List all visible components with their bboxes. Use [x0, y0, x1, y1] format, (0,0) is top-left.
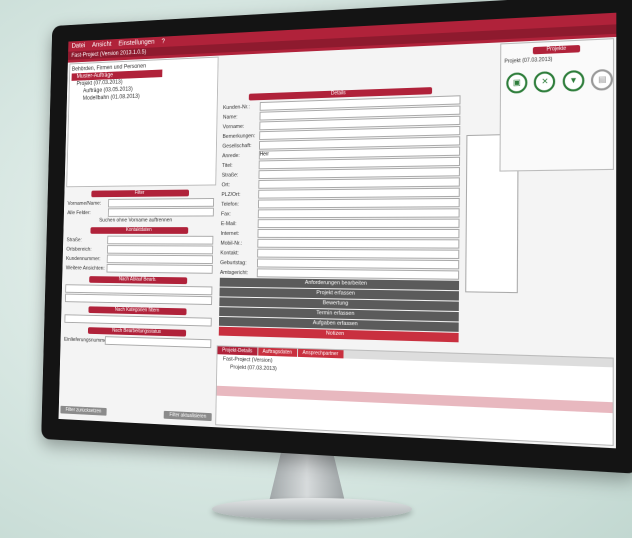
- form-row: Internet:: [220, 228, 460, 239]
- split-name-checkbox[interactable]: Suchen ohne Vorname auftrennen: [99, 217, 215, 224]
- form-label: E-Mail:: [220, 220, 237, 227]
- form-label: Internet:: [220, 230, 240, 237]
- filter-label-name: Vorname/Name:: [67, 200, 102, 207]
- filter-label-street: Straße:: [66, 237, 82, 243]
- shipment-label: Einlieferungsnummer:: [63, 336, 110, 344]
- form-label: PLZ/Ort:: [221, 191, 241, 198]
- filter-views-input[interactable]: [106, 264, 213, 274]
- timer-date-input[interactable]: [64, 293, 213, 306]
- filter-area-input[interactable]: [106, 245, 214, 255]
- filter-all-input[interactable]: [107, 207, 214, 217]
- filter-buttons: Filter zurücksetzen Filter aktualisieren: [60, 405, 212, 422]
- form-field[interactable]: [258, 187, 460, 199]
- tools-icon[interactable]: ✕: [534, 70, 556, 93]
- archive-icon[interactable]: ▤: [591, 68, 614, 91]
- highlight-row: [216, 385, 613, 414]
- lower-panel: Projekt-Details Auftragsdaten Ansprechpa…: [215, 345, 614, 447]
- filter-street-input[interactable]: [107, 235, 214, 245]
- form-label: Kunden-Nr.:: [223, 103, 250, 111]
- form-field[interactable]: [257, 238, 460, 249]
- form-label: Kontakt:: [220, 249, 239, 256]
- filter-row-street: Straße:: [66, 235, 214, 245]
- filter-label-customer: Kundennummer:: [66, 255, 101, 262]
- project-action-icons: ▣ ✕ ▼ ▤: [501, 61, 614, 99]
- form-row: Telefon:: [221, 197, 460, 209]
- tab-contacts[interactable]: Ansprechpartner: [297, 348, 344, 359]
- reset-filter-button[interactable]: Filter zurücksetzen: [60, 405, 107, 416]
- filter-customer-input[interactable]: [106, 254, 213, 265]
- filter-row-name: Vorname/Name:: [67, 198, 215, 208]
- filter-label-all: Alle Felder:: [67, 209, 91, 216]
- filter-row-views: Weitere Ansichten:: [66, 264, 213, 274]
- category-row: [64, 314, 212, 327]
- form-row: Kontakt:: [220, 248, 460, 259]
- filter-row-customer: Kundennummer:: [66, 254, 213, 265]
- form-field[interactable]: [257, 248, 460, 259]
- form-label: Straße:: [221, 172, 239, 179]
- form-label: Bemerkungen:: [222, 132, 256, 140]
- form-label: Mobil-Nr.:: [220, 240, 243, 247]
- monitor: Datei Ansicht Einstellungen ? Fast-Proje…: [41, 0, 632, 474]
- form-label: Telefon:: [221, 201, 239, 208]
- tab-order-data[interactable]: Auftragsdaten: [257, 347, 297, 357]
- shipment-row: Einlieferungsnummer:: [63, 335, 212, 349]
- pin-icon[interactable]: ▼: [562, 69, 585, 92]
- category-section-title: Nach Kategorien filtern: [88, 306, 187, 316]
- folder-icon[interactable]: ▣: [506, 71, 528, 94]
- filter-label-views: Weitere Ansichten:: [65, 265, 105, 272]
- menu-einstellungen[interactable]: Einstellungen: [118, 39, 154, 47]
- menu-datei[interactable]: Datei: [72, 43, 86, 50]
- category-buttons[interactable]: [64, 314, 212, 327]
- form-label: Titel:: [221, 162, 233, 169]
- app-window: Datei Ansicht Einstellungen ? Fast-Proje…: [58, 12, 617, 449]
- detail-form: Details Kunden-Nr.: Name: Vorname: Bemer…: [217, 82, 463, 343]
- form-label: Ort:: [221, 181, 231, 188]
- projects-title: Projekte: [532, 44, 581, 55]
- contact-section-title: Kontaktdaten: [90, 227, 189, 234]
- menu-ansicht[interactable]: Ansicht: [92, 41, 112, 48]
- form-label: Vorname:: [222, 123, 245, 130]
- form-label: Anrede:: [222, 152, 240, 159]
- form-field[interactable]: [257, 218, 460, 229]
- projects-panel: Projekte Projekt (07.03.2013) ▣ ✕ ▼ ▤: [499, 38, 615, 172]
- form-label: Geburtstag:: [220, 259, 247, 266]
- left-panel: Behörden, Firmen und Personen Muster-Auf…: [60, 56, 219, 425]
- menu-help[interactable]: ?: [161, 38, 165, 45]
- form-field[interactable]: [257, 197, 460, 209]
- apply-filter-button[interactable]: Filter aktualisieren: [164, 410, 212, 422]
- form-row: E-Mail:: [220, 218, 460, 229]
- project-tree: Behörden, Firmen und Personen Muster-Auf…: [66, 56, 219, 188]
- form-label: Amtsgericht:: [219, 269, 249, 276]
- filter-row-all: Alle Felder:: [67, 207, 214, 217]
- form-row: Fax:: [221, 208, 460, 219]
- filter-row-area: Ortsbereich:: [66, 245, 214, 255]
- tab-project-details[interactable]: Projekt-Details: [217, 346, 257, 356]
- filter-name-input[interactable]: [108, 198, 215, 208]
- form-label: Gesellschaft:: [222, 142, 252, 150]
- shipment-input[interactable]: [104, 336, 212, 349]
- form-field[interactable]: [257, 228, 460, 239]
- filter-title: Filter: [91, 189, 190, 198]
- form-row: Mobil-Nr.:: [220, 238, 460, 249]
- timer-section-title: Nach Ablauf Bearb.: [89, 276, 188, 285]
- filter-label-area: Ortsbereich:: [66, 246, 92, 253]
- form-label: Name:: [222, 113, 238, 121]
- form-field[interactable]: [257, 208, 460, 219]
- timer-row-2: [64, 293, 213, 306]
- monitor-stand-base: [212, 498, 412, 520]
- form-label: Fax:: [221, 211, 231, 217]
